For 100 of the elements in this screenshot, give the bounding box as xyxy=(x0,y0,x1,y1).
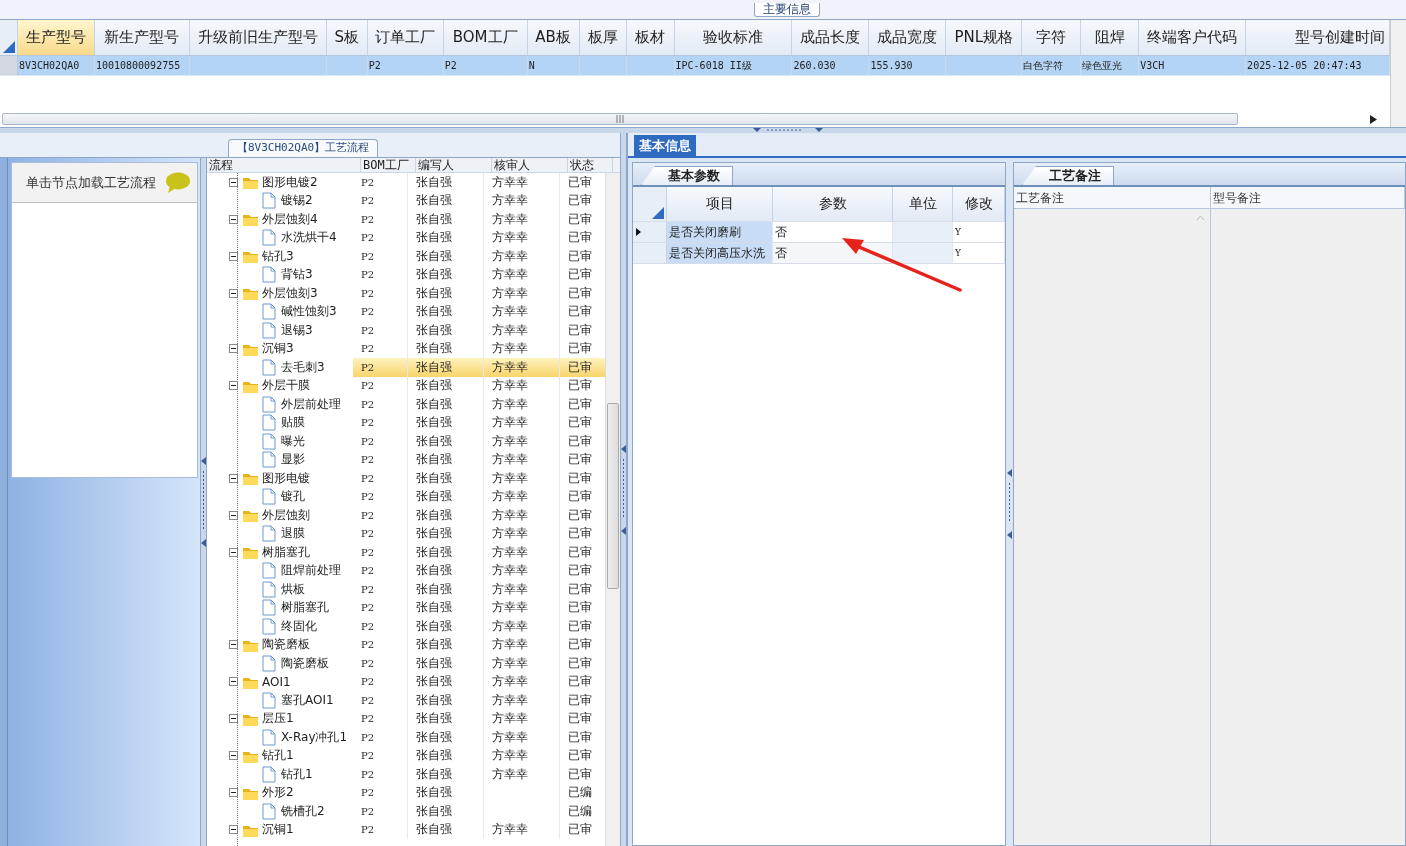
tree-row-highlight[interactable]: P2 张自强 方幸幸 已审 xyxy=(353,764,605,784)
tree-node[interactable]: 树脂塞孔 xyxy=(258,543,310,561)
tree-row-highlight[interactable]: P2 张自强 方幸幸 已审 xyxy=(353,431,605,451)
tree-row-highlight[interactable]: P2 张自强 方幸幸 已审 xyxy=(353,727,605,747)
column-header[interactable]: AB板 xyxy=(527,20,580,55)
expander-icon[interactable] xyxy=(229,214,238,224)
column-header[interactable]: 型号备注 xyxy=(1211,187,1405,208)
tree-row-highlight[interactable]: P2 张自强 方幸幸 已审 xyxy=(353,376,605,396)
tree-node[interactable]: 镀锡2 xyxy=(277,192,313,210)
expander-icon[interactable] xyxy=(229,714,238,724)
tree-node[interactable]: 烘板 xyxy=(277,580,305,598)
tree-row-highlight[interactable]: P2 张自强 方幸幸 已审 xyxy=(353,228,605,248)
tree-row-highlight[interactable]: P2 张自强 方幸幸 已审 xyxy=(353,579,605,599)
tree-row-highlight[interactable]: P2 张自强 方幸幸 已审 xyxy=(353,561,605,581)
expander-icon[interactable] xyxy=(229,288,238,298)
tree-node[interactable]: 钻孔1 xyxy=(258,747,294,765)
column-header[interactable]: 单位 xyxy=(893,187,953,221)
tree-node[interactable]: 镀孔 xyxy=(277,488,305,506)
tree-row-highlight[interactable]: P2 张自强 方幸幸 已审 xyxy=(353,542,605,562)
tree-node[interactable]: 铣槽孔2 xyxy=(277,802,325,820)
tree-row-highlight[interactable]: P2 张自强 方幸幸 已审 xyxy=(353,173,605,192)
column-header[interactable]: 板材 xyxy=(626,20,675,55)
tree-row-highlight[interactable]: P2 张自强 方幸幸 已审 xyxy=(353,357,605,377)
table-cell[interactable]: 否 xyxy=(773,222,893,242)
tree-row-highlight[interactable]: P2 张自强 方幸幸 已审 xyxy=(353,265,605,285)
tree-node[interactable]: 沉铜3 xyxy=(258,340,294,358)
column-header[interactable]: 成品宽度 xyxy=(869,20,947,55)
tree-node[interactable]: 层压1 xyxy=(258,710,294,728)
expander-icon[interactable] xyxy=(229,177,238,187)
column-header[interactable]: 工艺备注 xyxy=(1014,187,1211,208)
tree-node[interactable]: 外层蚀刻4 xyxy=(258,210,318,228)
tree-node[interactable]: 沉铜1 xyxy=(258,821,294,839)
tree-node[interactable]: 水洗烘干4 xyxy=(277,229,337,247)
tree-node[interactable]: 显影 xyxy=(277,451,305,469)
column-header[interactable]: S板 xyxy=(326,20,368,55)
column-header[interactable]: 修改 xyxy=(953,187,1005,221)
tree-row-highlight[interactable]: P2 张自强 方幸幸 已审 xyxy=(353,468,605,488)
tree-node[interactable]: 贴膜 xyxy=(277,414,305,432)
tree-node[interactable]: 外层干膜 xyxy=(258,377,310,395)
vertical-scrollbar[interactable] xyxy=(1390,20,1406,127)
expander-icon[interactable] xyxy=(229,751,238,761)
column-header[interactable]: 新生产型号 xyxy=(94,20,190,55)
tree-node[interactable]: 去毛刺3 xyxy=(277,358,325,376)
tree-row-highlight[interactable]: P2 张自强 方幸幸 已审 xyxy=(353,524,605,544)
tree-row-highlight[interactable]: P2 张自强 方幸幸 已审 xyxy=(353,505,605,525)
tree-row-highlight[interactable]: P2 张自强 方幸幸 已审 xyxy=(353,450,605,470)
tree-node[interactable]: X-Ray冲孔1 xyxy=(277,728,348,746)
column-header[interactable]: 字符 xyxy=(1022,20,1082,55)
tree-row-highlight[interactable]: P2 张自强 已编 xyxy=(353,783,605,803)
column-header[interactable]: 状态 xyxy=(568,158,613,172)
column-header[interactable]: 成品长度 xyxy=(792,20,870,55)
tree-node[interactable]: 树脂塞孔 xyxy=(277,599,329,617)
tab[interactable]: 工艺备注 xyxy=(1022,166,1114,185)
table-cell[interactable]: 否 xyxy=(773,243,893,263)
tree-node[interactable]: 塞孔AOI1 xyxy=(277,691,334,709)
column-header[interactable]: 生产型号 xyxy=(18,20,95,55)
tree-node[interactable]: 背钻3 xyxy=(277,266,313,284)
tree-row-highlight[interactable]: P2 张自强 方幸幸 已审 xyxy=(353,302,605,322)
tree-row-highlight[interactable]: P2 张自强 方幸幸 已审 xyxy=(353,246,605,266)
column-header[interactable]: 型号创建时间 xyxy=(1246,20,1390,55)
column-header[interactable]: 阻焊 xyxy=(1081,20,1140,55)
tree-node[interactable]: 钻孔3 xyxy=(258,247,294,265)
tree-node[interactable]: 陶瓷磨板 xyxy=(277,654,329,672)
vertical-scrollbar[interactable] xyxy=(605,173,620,846)
tree-row-highlight[interactable]: P2 张自强 方幸幸 已审 xyxy=(353,413,605,433)
tree-row-highlight[interactable]: P2 张自强 方幸幸 已审 xyxy=(353,616,605,636)
tree-node[interactable]: 钻孔1 xyxy=(277,765,313,783)
column-header[interactable]: 订单工厂 xyxy=(367,20,444,55)
column-header[interactable]: 流程 xyxy=(207,158,361,172)
column-header[interactable]: 项目 xyxy=(667,187,773,221)
tree-row-highlight[interactable]: P2 张自强 方幸幸 已审 xyxy=(353,653,605,673)
tree-row-highlight[interactable]: P2 张自强 方幸幸 已审 xyxy=(353,209,605,229)
row-header[interactable] xyxy=(633,222,667,242)
column-header[interactable]: 编写人 xyxy=(416,158,492,172)
tree-node[interactable]: 图形电镀 xyxy=(258,469,310,487)
horizontal-scrollbar[interactable] xyxy=(2,113,1238,125)
tree-node[interactable]: 陶瓷磨板 xyxy=(258,636,310,654)
expander-icon[interactable] xyxy=(229,547,238,557)
tree-row-highlight[interactable]: P2 张自强 方幸幸 已审 xyxy=(353,191,605,211)
tree-row-highlight[interactable]: P2 张自强 方幸幸 已审 xyxy=(353,746,605,766)
expander-icon[interactable] xyxy=(229,473,238,483)
expander-icon[interactable] xyxy=(229,677,238,687)
tree-row-highlight[interactable]: P2 张自强 方幸幸 已审 xyxy=(353,487,605,507)
tree-row-highlight[interactable]: P2 张自强 已编 xyxy=(353,801,605,821)
tree-node[interactable]: 外层蚀刻 xyxy=(258,506,310,524)
tree-node[interactable]: 退锡3 xyxy=(277,321,313,339)
expander-icon[interactable] xyxy=(229,825,238,835)
tree-row-highlight[interactable]: P2 张自强 方幸幸 已审 xyxy=(353,598,605,618)
tree-node[interactable]: 外层前处理 xyxy=(277,395,341,413)
tree-node[interactable]: 退膜 xyxy=(277,525,305,543)
tab[interactable]: 基本信息 xyxy=(634,135,696,156)
expander-icon[interactable] xyxy=(229,640,238,650)
column-header[interactable]: 板厚 xyxy=(579,20,627,55)
tree-node[interactable]: 终固化 xyxy=(277,617,317,635)
expander-icon[interactable] xyxy=(229,510,238,520)
tree-node[interactable]: 外层蚀刻3 xyxy=(258,284,318,302)
tree-row-highlight[interactable]: P2 张自强 方幸幸 已审 xyxy=(353,690,605,710)
tree-node[interactable]: AOI1 xyxy=(258,674,291,689)
expander-icon[interactable] xyxy=(229,381,238,391)
column-header[interactable]: 升级前旧生产型号 xyxy=(189,20,327,55)
